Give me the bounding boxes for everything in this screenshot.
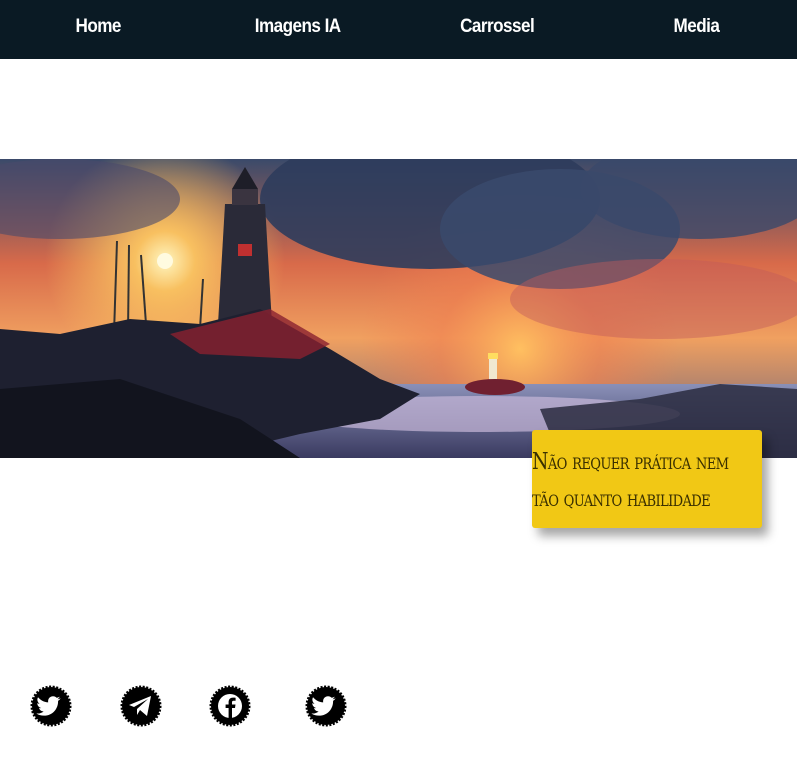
quote-line-2: tão quanto habilidade: [532, 486, 711, 512]
telegram-icon[interactable]: [120, 685, 162, 727]
nav-media-link[interactable]: Media: [674, 16, 720, 38]
top-navbar: Home Imagens IA Carrossel Media: [0, 0, 797, 59]
facebook-icon[interactable]: [209, 685, 251, 727]
quote-card: Não requer prática nem tão quanto habili…: [532, 430, 762, 528]
nav-home-link[interactable]: Home: [76, 16, 122, 38]
twitter-icon[interactable]: [30, 685, 72, 727]
twitter-icon[interactable]: [305, 685, 347, 727]
quote-text: Não requer prática nem tão quanto habili…: [532, 444, 753, 518]
lighthouse-banner-image: [0, 159, 797, 458]
nav-carrossel-link[interactable]: Carrossel: [460, 16, 535, 38]
quote-line-1: Não requer prática nem: [532, 449, 729, 475]
nav-imagens-ia-link[interactable]: Imagens IA: [255, 16, 341, 38]
